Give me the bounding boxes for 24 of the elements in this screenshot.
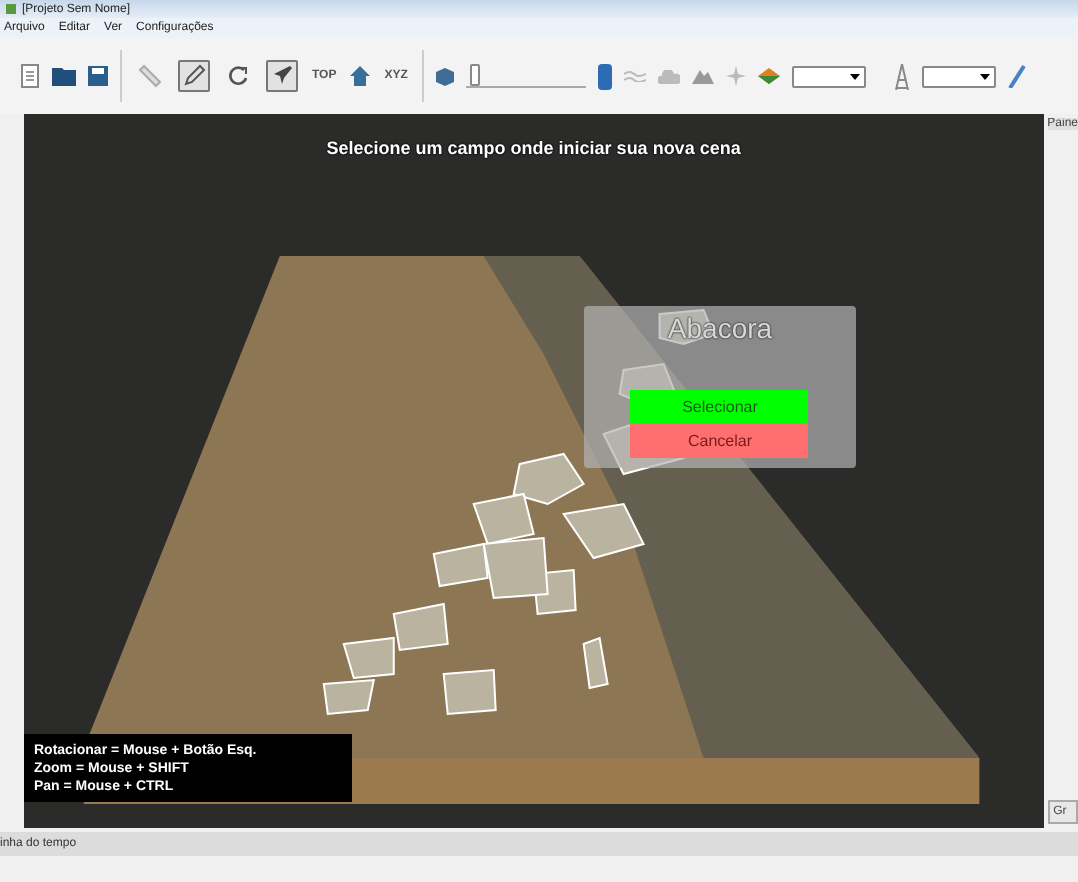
cube-icon[interactable] (435, 67, 454, 85)
scene-hint: Selecione um campo onde iniciar sua nova cena (326, 136, 741, 162)
folder-icon[interactable] (52, 66, 76, 86)
view-tool-button[interactable] (266, 60, 298, 92)
caret-icon (849, 73, 860, 79)
pencil-icon (182, 64, 206, 88)
ruler-icon (138, 64, 162, 88)
colored-diamond-icon[interactable] (757, 68, 780, 84)
rotate-icon (226, 64, 250, 88)
app-icon (6, 4, 16, 14)
pen-icon[interactable] (1007, 64, 1026, 88)
slider-track[interactable] (465, 64, 586, 88)
dropdown[interactable] (791, 65, 866, 87)
caret-icon (979, 73, 990, 79)
derrick-icon[interactable] (893, 63, 910, 89)
dropdown[interactable] (921, 65, 996, 87)
house-icon[interactable] (350, 66, 371, 86)
mountains-icon[interactable] (691, 68, 714, 84)
select-button[interactable]: Selecionar (630, 390, 809, 424)
view-tool-button[interactable] (178, 60, 210, 92)
slider-thumb[interactable] (469, 64, 480, 86)
document-icon[interactable] (20, 64, 40, 88)
cylinder-icon[interactable] (597, 63, 612, 89)
cancel-button[interactable]: Cancelar (630, 424, 809, 458)
